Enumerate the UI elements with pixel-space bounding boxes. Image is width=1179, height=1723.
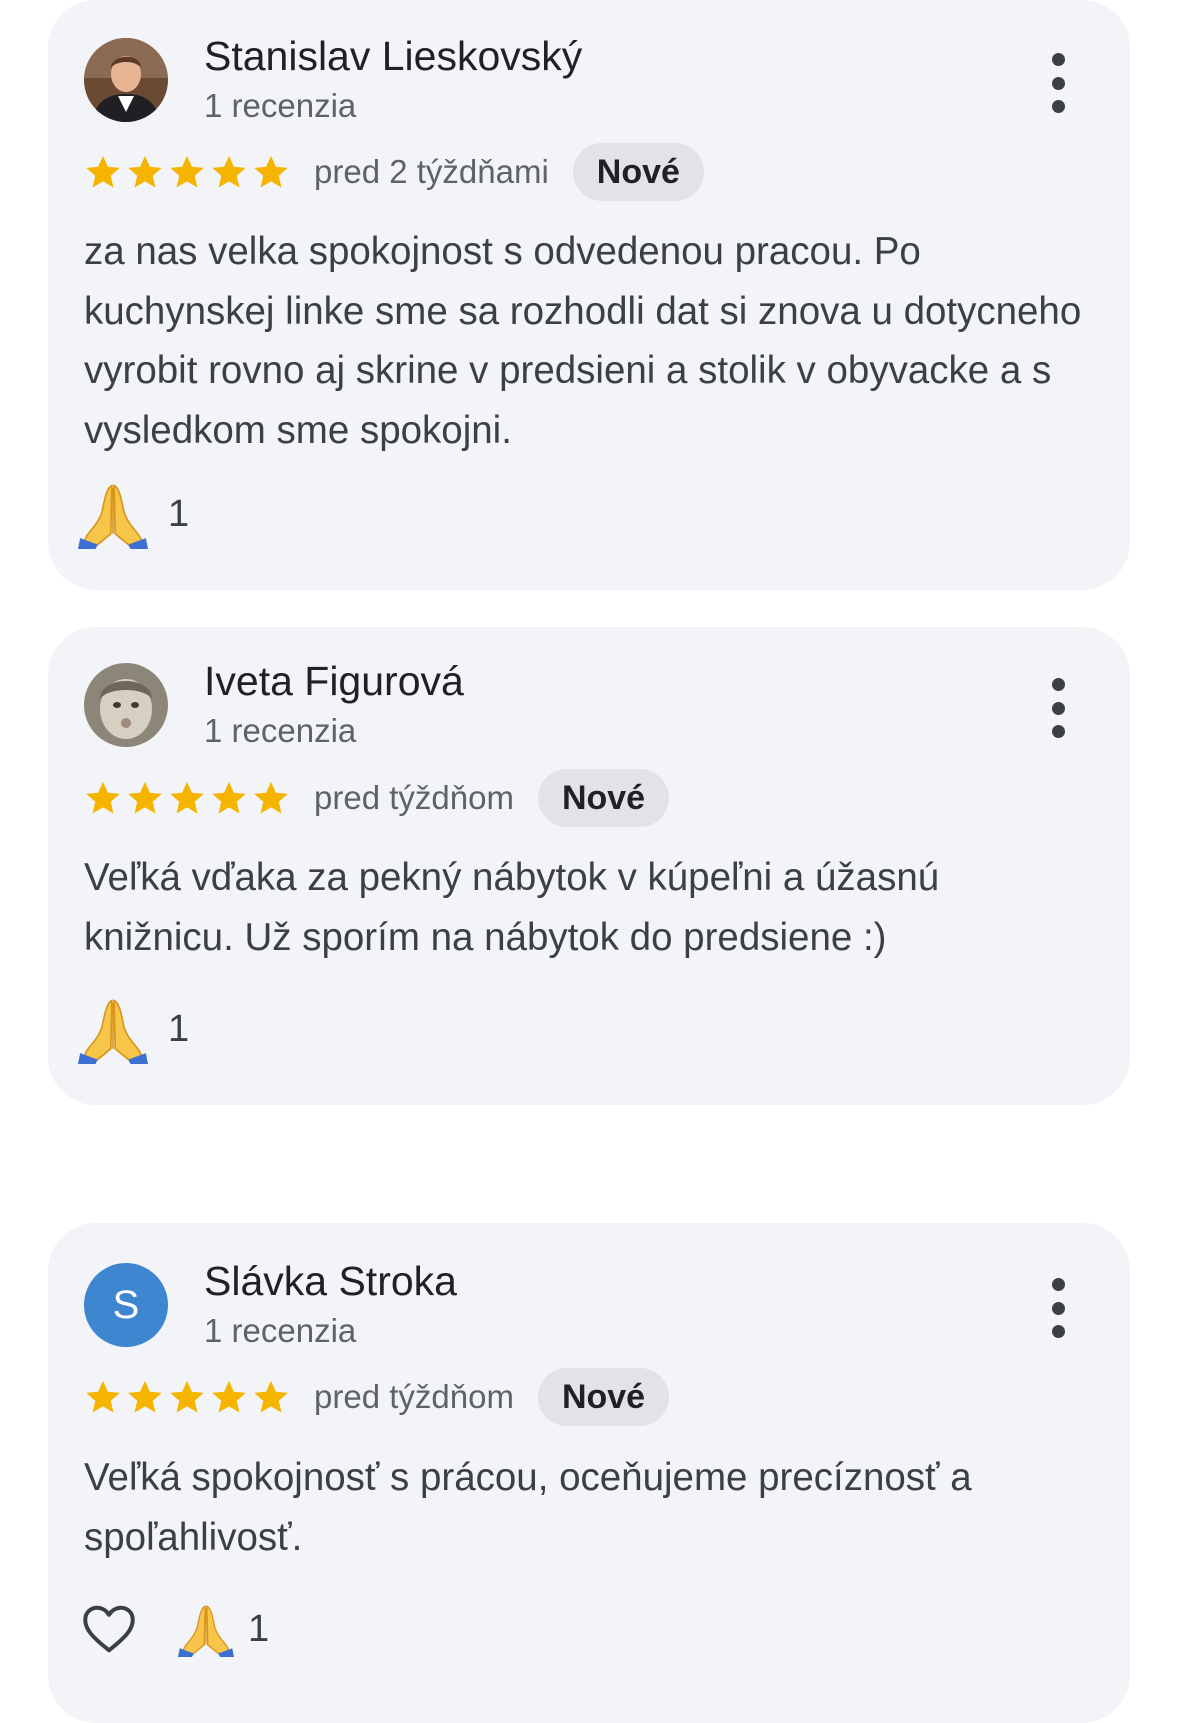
dot-icon bbox=[1051, 701, 1065, 715]
heart-outline-icon[interactable] bbox=[78, 1599, 140, 1659]
dot-icon bbox=[1051, 76, 1065, 90]
reviewer-name[interactable]: Iveta Figurová bbox=[204, 657, 464, 705]
reviewer-name[interactable]: Stanislav Lieskovský bbox=[204, 32, 582, 80]
new-badge: Nové bbox=[572, 143, 704, 201]
avatar[interactable] bbox=[84, 663, 168, 747]
reactions-row: 1 bbox=[78, 1594, 269, 1664]
star-icon bbox=[126, 1378, 164, 1416]
review-count: 1 recenzia bbox=[204, 87, 357, 124]
rating-row: pred týždňom Nové bbox=[84, 1367, 670, 1427]
star-icon bbox=[252, 779, 290, 817]
dot-icon bbox=[1051, 1325, 1065, 1338]
dot-icon bbox=[1051, 1301, 1065, 1315]
reaction-button[interactable]: 1 bbox=[78, 994, 189, 1064]
folded-hands-icon bbox=[78, 479, 148, 549]
star-icon bbox=[210, 779, 248, 817]
star-icon bbox=[84, 1378, 122, 1416]
review-date: pred 2 týždňami bbox=[314, 153, 549, 190]
review-date: pred týždňom bbox=[314, 1378, 514, 1415]
star-icon bbox=[84, 153, 122, 191]
folded-hands-icon bbox=[78, 994, 148, 1064]
star-icon bbox=[126, 779, 164, 817]
star-icon bbox=[210, 153, 248, 191]
rating-row: pred 2 týždňami Nové bbox=[84, 142, 704, 202]
rating-row: pred týždňom Nové bbox=[84, 768, 670, 828]
review-card: Stanislav Lieskovský 1 recenzia pred 2 t… bbox=[48, 0, 1130, 590]
new-badge: Nové bbox=[537, 1368, 670, 1426]
review-text: Veľká vďaka za pekný nábytok v kúpeľni a… bbox=[84, 856, 940, 959]
review-text: Veľká spokojnosť s prácou, oceňujeme pre… bbox=[84, 1456, 972, 1559]
more-options-button[interactable] bbox=[1046, 53, 1070, 113]
reaction-count: 1 bbox=[168, 492, 190, 535]
review-card: S Slávka Stroka 1 recenzia pred týždňom … bbox=[48, 1223, 1130, 1723]
review-date: pred týždňom bbox=[314, 779, 514, 816]
more-options-button[interactable] bbox=[1046, 1278, 1070, 1338]
star-icon bbox=[210, 1378, 248, 1416]
avatar[interactable] bbox=[84, 38, 168, 122]
avatar[interactable]: S bbox=[84, 1263, 168, 1347]
review-count: 1 recenzia bbox=[204, 1312, 357, 1349]
reviewer-name[interactable]: Slávka Stroka bbox=[204, 1257, 457, 1305]
reaction-button[interactable]: 1 bbox=[78, 479, 189, 549]
star-icon bbox=[168, 153, 206, 191]
star-rating bbox=[84, 779, 290, 817]
star-icon bbox=[126, 153, 164, 191]
review-text: za nas velka spokojnost s odvedenou prac… bbox=[84, 230, 1082, 452]
star-icon bbox=[168, 1378, 206, 1416]
new-badge: Nové bbox=[537, 769, 670, 827]
star-icon bbox=[168, 779, 206, 817]
star-icon bbox=[252, 153, 290, 191]
dot-icon bbox=[1051, 678, 1065, 691]
review-card: Iveta Figurová 1 recenzia pred týždňom N… bbox=[48, 627, 1130, 1105]
star-rating bbox=[84, 153, 290, 191]
reactions-row: 1 bbox=[78, 479, 189, 549]
dot-icon bbox=[1051, 100, 1065, 113]
reaction-count: 1 bbox=[248, 1607, 270, 1650]
star-rating bbox=[84, 1378, 290, 1416]
dot-icon bbox=[1051, 53, 1065, 66]
star-icon bbox=[252, 1378, 290, 1416]
dot-icon bbox=[1051, 725, 1065, 738]
reaction-count: 1 bbox=[168, 1007, 190, 1050]
star-icon bbox=[84, 779, 122, 817]
reaction-button[interactable]: 1 bbox=[178, 1601, 269, 1657]
review-count: 1 recenzia bbox=[204, 712, 357, 749]
folded-hands-icon bbox=[178, 1601, 234, 1657]
dot-icon bbox=[1051, 1278, 1065, 1291]
more-options-button[interactable] bbox=[1046, 678, 1070, 738]
reactions-row: 1 bbox=[78, 994, 189, 1064]
